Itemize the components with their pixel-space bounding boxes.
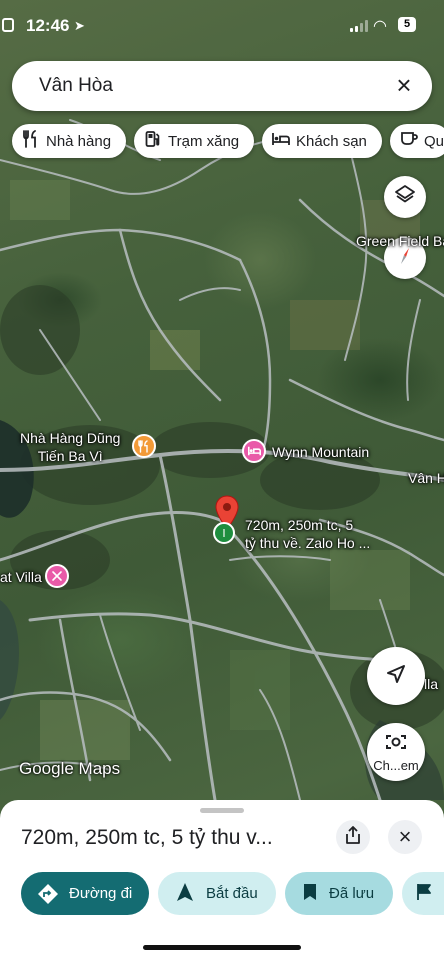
restaurant-pin-icon[interactable] xyxy=(132,434,156,458)
chip-label: Qu xyxy=(424,132,444,150)
search-bar[interactable]: Vân Hòa × xyxy=(12,61,432,111)
navigation-arrow-icon xyxy=(385,663,407,690)
app-switch-icon xyxy=(2,18,14,32)
home-indicator xyxy=(143,945,301,950)
saved-label: Đã lưu xyxy=(329,885,375,902)
place-label-wynn-mountain[interactable]: Wynn Mountain xyxy=(272,443,369,461)
bookmark-icon xyxy=(303,883,317,905)
chip-label: Nhà hàng xyxy=(46,132,112,150)
my-location-button[interactable] xyxy=(367,647,425,705)
marker-icon[interactable]: Ⅰ xyxy=(213,522,235,544)
place-label-restaurant[interactable]: Nhà Hàng Dũng Tiến Ba Vì xyxy=(20,429,120,465)
fork-knife-icon xyxy=(22,129,40,153)
close-sheet-button[interactable]: × xyxy=(388,820,422,854)
share-button[interactable] xyxy=(336,820,370,854)
lens-button[interactable]: Ch...em xyxy=(367,723,425,781)
bed-icon xyxy=(272,132,290,151)
gas-station-icon xyxy=(144,130,162,153)
chip-gas-stations[interactable]: Trạm xăng xyxy=(134,124,254,158)
google-maps-watermark: Google Maps xyxy=(19,759,121,778)
camera-icon xyxy=(385,733,407,756)
layers-button[interactable] xyxy=(384,176,426,218)
close-icon[interactable]: × xyxy=(392,72,416,98)
navigation-icon xyxy=(176,882,194,906)
chip-label: Trạm xăng xyxy=(168,132,240,150)
place-label-villa[interactable]: at Villa xyxy=(0,568,42,586)
chip-label: Khách sạn xyxy=(296,132,367,150)
sheet-handle[interactable] xyxy=(200,808,244,813)
lens-label: Ch...em xyxy=(373,758,419,773)
directions-button[interactable]: Đường đi xyxy=(21,872,149,915)
restaurant-name-line1: Nhà Hàng Dũng xyxy=(20,430,121,446)
villa-pin-icon[interactable] xyxy=(45,564,69,588)
flag-button[interactable] xyxy=(402,872,444,915)
coffee-cup-icon xyxy=(400,131,418,152)
place-title: 720m, 250m tc, 5 tỷ thu v... xyxy=(21,826,273,849)
selected-label-line2: tỷ thu về. Zalo Ho ... xyxy=(245,535,371,551)
status-bar: 12:46 ➤ ◠ 5 xyxy=(0,0,444,48)
flag-icon xyxy=(416,883,432,905)
location-arrow-icon: ➤ xyxy=(74,18,85,33)
chip-coffee[interactable]: Qu xyxy=(390,124,444,158)
directions-icon xyxy=(37,883,59,905)
layers-icon xyxy=(394,184,416,211)
chip-restaurants[interactable]: Nhà hàng xyxy=(12,124,126,158)
status-time: 12:46 xyxy=(26,16,70,35)
selected-label-line1: 720m, 250m tc, 5 xyxy=(245,517,354,533)
cellular-signal-icon xyxy=(350,20,368,32)
close-icon: × xyxy=(398,824,412,849)
wifi-icon: ◠ xyxy=(373,18,387,35)
share-icon xyxy=(345,825,361,849)
place-label-selected[interactable]: 720m, 250m tc, 5 tỷ thu về. Zalo Ho ... xyxy=(245,516,370,552)
start-button[interactable]: Bắt đầu xyxy=(158,872,276,915)
chip-hotels[interactable]: Khách sạn xyxy=(262,124,382,158)
restaurant-name-line2: Tiến Ba Vì xyxy=(37,448,103,464)
place-label-green-field[interactable]: Green Field Ba xyxy=(356,232,444,250)
place-label-van-hoa[interactable]: Vân H xyxy=(408,469,444,487)
battery-icon: 5 xyxy=(398,17,416,32)
search-query[interactable]: Vân Hòa xyxy=(39,75,113,97)
place-label-right-villa[interactable]: lla xyxy=(424,675,438,693)
start-label: Bắt đầu xyxy=(206,885,258,902)
hotel-pin-icon[interactable] xyxy=(242,439,266,463)
saved-button[interactable]: Đã lưu xyxy=(285,872,393,915)
directions-label: Đường đi xyxy=(69,885,133,902)
